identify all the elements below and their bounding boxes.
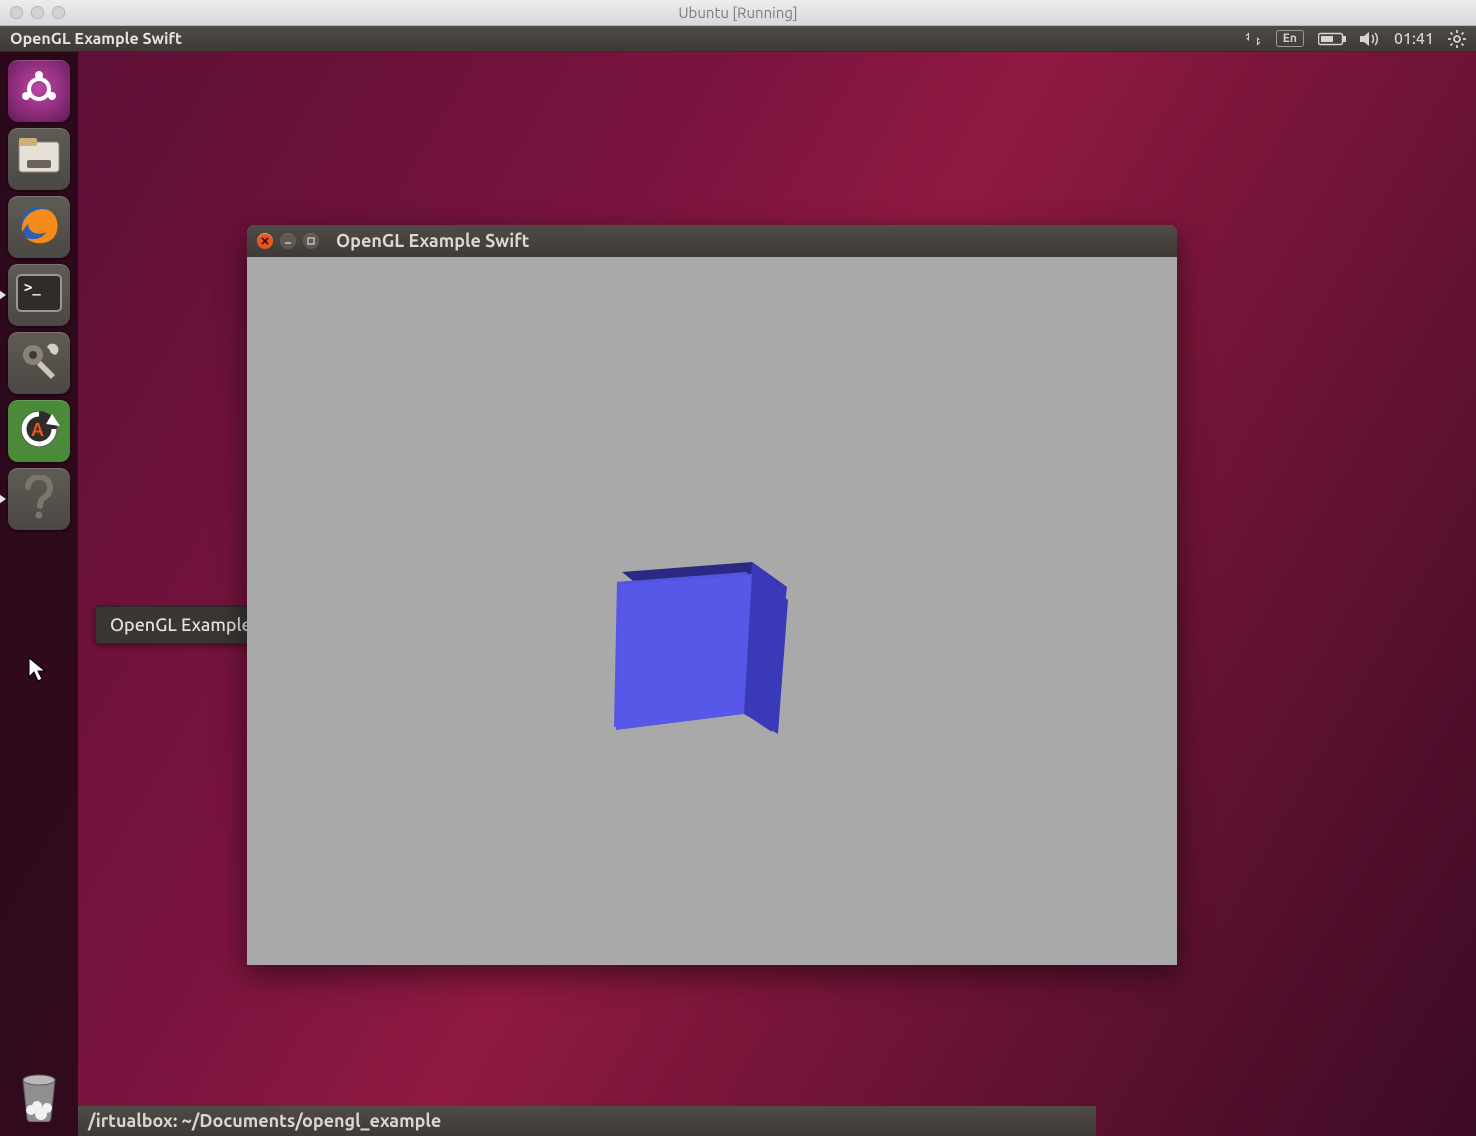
session-gear-icon[interactable] <box>1448 30 1466 48</box>
indicator-area: En 01:41 <box>1244 30 1466 48</box>
unity-launcher: >_ A <box>0 52 78 1136</box>
launcher-trash[interactable] <box>8 1066 70 1128</box>
ubuntu-desktop: OpenGL Example Swift En 01:41 <box>0 26 1476 1136</box>
launcher-unknown-app[interactable] <box>8 468 70 530</box>
trash-icon <box>15 1068 63 1126</box>
launcher-firefox[interactable] <box>8 196 70 258</box>
window-maximize-button[interactable] <box>303 233 319 249</box>
network-indicator-icon[interactable] <box>1244 31 1262 47</box>
terminal-icon: >_ <box>16 274 62 316</box>
background-terminal-title: /irtualbox: ~/Documents/opengl_example <box>88 1111 441 1131</box>
window-minimize-button[interactable] <box>280 233 296 249</box>
firefox-icon <box>16 202 62 252</box>
background-terminal-titlebar[interactable]: /irtualbox: ~/Documents/opengl_example <box>78 1106 1096 1136</box>
opengl-titlebar[interactable]: OpenGL Example Swift <box>247 225 1177 257</box>
opengl-canvas[interactable] <box>247 257 1177 965</box>
launcher-files[interactable] <box>8 128 70 190</box>
file-manager-icon <box>17 138 61 180</box>
svg-text:>_: >_ <box>24 280 41 296</box>
opengl-window[interactable]: OpenGL Example Swift <box>247 225 1177 965</box>
update-icon: A <box>16 406 62 456</box>
launcher-software-updater[interactable]: A <box>8 400 70 462</box>
ubuntu-logo-icon <box>20 70 58 112</box>
ubuntu-top-panel: OpenGL Example Swift En 01:41 <box>0 26 1476 52</box>
host-titlebar: Ubuntu [Running] <box>0 0 1476 26</box>
question-icon <box>24 475 54 523</box>
running-indicator-icon <box>0 494 6 504</box>
host-window-title: Ubuntu [Running] <box>0 4 1476 21</box>
active-window-title: OpenGL Example Swift <box>10 30 182 48</box>
settings-wrench-icon <box>17 339 61 387</box>
svg-text:A: A <box>31 420 44 440</box>
launcher-dash-home[interactable] <box>8 60 70 122</box>
clock-indicator[interactable]: 01:41 <box>1394 30 1434 48</box>
window-close-button[interactable] <box>257 233 273 249</box>
running-indicator-icon <box>0 290 6 300</box>
keyboard-indicator[interactable]: En <box>1276 30 1304 47</box>
volume-indicator-icon[interactable] <box>1360 31 1380 47</box>
opengl-window-title: OpenGL Example Swift <box>336 231 529 251</box>
launcher-settings[interactable] <box>8 332 70 394</box>
blue-cube <box>602 542 782 722</box>
battery-indicator-icon[interactable] <box>1318 32 1346 46</box>
launcher-terminal[interactable]: >_ <box>8 264 70 326</box>
